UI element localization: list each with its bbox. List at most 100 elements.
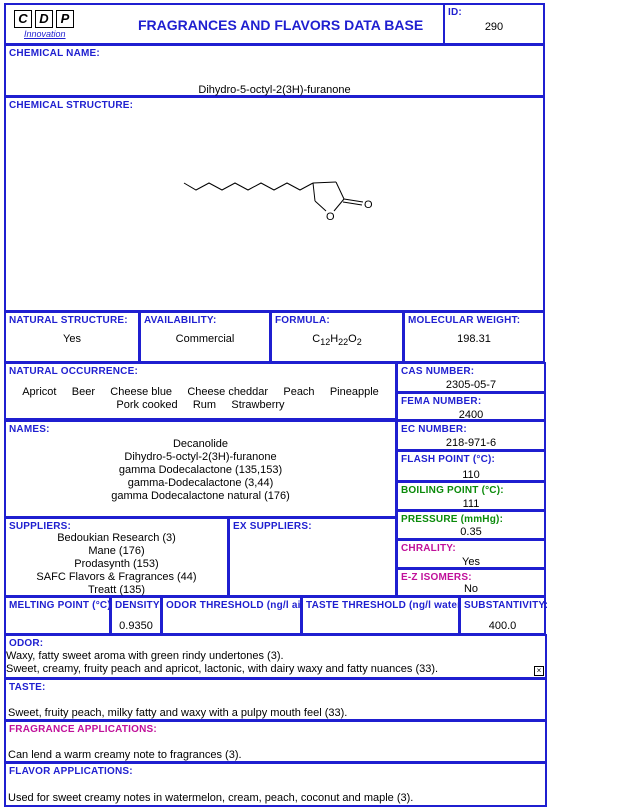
- ring-bond-o1-c2: [333, 198, 345, 212]
- ring-oxygen-label: O: [326, 211, 335, 223]
- taste-threshold-box: TASTE THRESHOLD (ng/l water): [301, 596, 460, 635]
- natural-occurrence-label: NATURAL OCCURRENCE:: [9, 366, 138, 377]
- availability-label: AVAILABILITY:: [144, 315, 217, 326]
- name-item: Dihydro-5-octyl-2(3H)-furanone: [124, 451, 277, 463]
- pressure-value: 0.35: [460, 526, 482, 538]
- id-value: 290: [484, 21, 504, 33]
- odor-threshold-label: ODOR THRESHOLD (ng/l air: [166, 600, 302, 611]
- id-box: ID: 290: [443, 3, 545, 45]
- fragrance-applications-box: FRAGRANCE APPLICATIONS: Can lend a warm …: [4, 720, 547, 763]
- ec-number-label: EC NUMBER:: [401, 424, 467, 435]
- fragrance-applications-text: Can lend a warm creamy note to fragrance…: [8, 749, 242, 761]
- ring-bond-c2-c3: [335, 181, 345, 200]
- occurrence-row-2: Pork cooked Rum Strawberry: [6, 399, 395, 411]
- ez-isomers-value: No: [463, 583, 479, 595]
- cas-number-label: CAS NUMBER:: [401, 366, 475, 377]
- pressure-box: PRESSURE (mmHg): 0.35: [396, 510, 546, 540]
- taste-text: Sweet, fruity peach, milky fatty and wax…: [8, 707, 348, 719]
- formula-o-count: 2: [356, 337, 362, 348]
- logo-letter-p: P: [56, 10, 74, 28]
- flavor-applications-box: FLAVOR APPLICATIONS: Used for sweet crea…: [4, 762, 547, 807]
- chirality-box: CHRALITY: Yes: [396, 539, 546, 569]
- chemical-name-label: CHEMICAL NAME:: [9, 48, 100, 59]
- flash-point-label: FLASH POINT (°C):: [401, 454, 496, 465]
- logo-subtitle: Innovation: [24, 29, 66, 39]
- pressure-label: PRESSURE (mmHg):: [401, 514, 504, 525]
- ex-suppliers-label: EX SUPPLIERS:: [233, 521, 312, 532]
- name-item: gamma Dodecalactone natural (176): [111, 490, 290, 502]
- name-item: gamma-Dodecalactone (3,44): [127, 477, 274, 489]
- fema-number-box: FEMA NUMBER: 2400: [396, 392, 546, 421]
- expand-checkbox-icon[interactable]: ×: [534, 666, 544, 676]
- odor-box: ODOR: Waxy, fatty sweet aroma with green…: [4, 634, 547, 679]
- carbonyl-oxygen-label: O: [364, 199, 373, 211]
- ex-suppliers-box: EX SUPPLIERS:: [228, 517, 397, 597]
- formula-c: C: [312, 333, 321, 345]
- flavor-applications-label: FLAVOR APPLICATIONS:: [9, 766, 133, 777]
- molecular-weight-label: MOLECULAR WEIGHT:: [408, 315, 521, 326]
- taste-box: TASTE: Sweet, fruity peach, milky fatty …: [4, 678, 547, 721]
- occurrence-item: Cheese blue: [110, 386, 173, 398]
- occurrence-item: Pork cooked: [116, 399, 178, 411]
- names-label: NAMES:: [9, 424, 50, 435]
- substantivity-value: 400.0: [488, 620, 517, 632]
- ring-bond-c3-c4: [312, 181, 337, 184]
- substantivity-label: SUBSTANTIVITY:: [464, 600, 549, 611]
- octyl-chain: [183, 182, 314, 191]
- flash-point-value: 110: [462, 469, 480, 481]
- availability-value: Commercial: [175, 333, 235, 345]
- fragrance-applications-label: FRAGRANCE APPLICATIONS:: [9, 724, 157, 735]
- flavor-applications-text: Used for sweet creamy notes in watermelo…: [8, 792, 414, 804]
- boiling-point-label: BOILING POINT (°C):: [401, 485, 504, 496]
- logo-letter-c: C: [14, 10, 32, 28]
- occurrence-item: Peach: [283, 386, 315, 398]
- chemical-structure-box: CHEMICAL STRUCTURE: O O: [4, 96, 545, 312]
- ec-number-value: 218-971-6: [445, 437, 497, 449]
- formula-h: H: [330, 333, 339, 345]
- logo: CDP: [14, 10, 77, 28]
- boiling-point-value: 111: [462, 498, 480, 510]
- taste-label: TASTE:: [9, 682, 46, 693]
- names-box: NAMES: Decanolide Dihydro-5-octyl-2(3H)-…: [4, 420, 397, 518]
- supplier-item: Prodasynth (153): [74, 558, 159, 570]
- carbonyl-bond-b: [342, 201, 363, 206]
- formula-c-count: 12: [320, 337, 331, 348]
- formula-label: FORMULA:: [275, 315, 330, 326]
- id-label: ID:: [448, 7, 462, 18]
- occurrence-item: Strawberry: [231, 399, 285, 411]
- formula-h-count: 22: [338, 337, 349, 348]
- supplier-item: SAFC Flavors & Fragrances (44): [36, 571, 197, 583]
- chirality-value: Yes: [462, 556, 480, 568]
- names-list: Decanolide Dihydro-5-octyl-2(3H)-furanon…: [6, 438, 395, 503]
- suppliers-list: Bedoukian Research (3) Mane (176) Prodas…: [6, 532, 227, 597]
- density-box: DENSITY 0.9350: [110, 596, 162, 635]
- supplier-item: Bedoukian Research (3): [57, 532, 176, 544]
- occurrence-item: Apricot: [22, 386, 57, 398]
- odor-text: Waxy, fatty sweet aroma with green rindy…: [6, 650, 438, 676]
- taste-threshold-label: TASTE THRESHOLD (ng/l water): [306, 600, 460, 611]
- cas-number-box: CAS NUMBER: 2305-05-7: [396, 362, 546, 393]
- logo-letter-d: D: [35, 10, 53, 28]
- natural-structure-box: NATURAL STRUCTURE: Yes: [4, 311, 140, 363]
- ring-bond-c4-c5: [312, 182, 316, 202]
- melting-point-label: MELTING POINT (°C):: [9, 600, 115, 611]
- density-label: DENSITY: [115, 600, 160, 611]
- molecular-weight-value: 198.31: [457, 333, 491, 345]
- melting-point-box: MELTING POINT (°C):: [4, 596, 115, 635]
- supplier-item: Mane (176): [88, 545, 145, 557]
- suppliers-box: SUPPLIERS: Bedoukian Research (3) Mane (…: [4, 517, 229, 597]
- carbonyl-bond-a: [343, 198, 364, 203]
- natural-occurrence-box: NATURAL OCCURRENCE: Apricot Beer Cheese …: [4, 362, 397, 420]
- ez-isomers-label: E-Z ISOMERS:: [401, 572, 472, 583]
- ring-bond-c5-o1: [314, 200, 327, 212]
- suppliers-label: SUPPLIERS:: [9, 521, 72, 532]
- odor-label: ODOR:: [9, 638, 44, 649]
- odor-line: Waxy, fatty sweet aroma with green rindy…: [6, 650, 284, 662]
- occurrence-item: Cheese cheddar: [187, 386, 269, 398]
- flash-point-box: FLASH POINT (°C): 110: [396, 450, 546, 482]
- chemical-name-box: CHEMICAL NAME: Dihydro-5-octyl-2(3H)-fur…: [4, 44, 545, 97]
- occurrence-row-1: Apricot Beer Cheese blue Cheese cheddar …: [6, 386, 395, 398]
- occurrence-item: Pineapple: [329, 386, 379, 398]
- density-value: 0.9350: [119, 620, 153, 632]
- occurrence-item: Rum: [192, 399, 217, 411]
